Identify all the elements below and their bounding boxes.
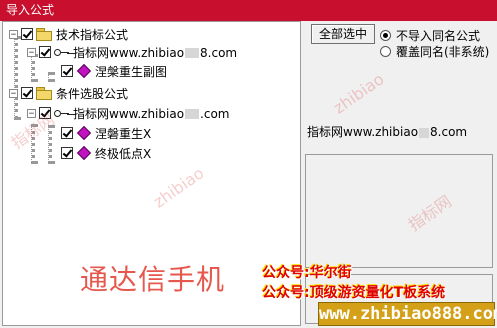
- select-all-button[interactable]: 全部选中: [311, 24, 375, 44]
- formula-label: 涅磐重生X: [95, 126, 152, 141]
- redaction-mark: [185, 48, 200, 58]
- formula-description-box[interactable]: [305, 154, 493, 268]
- tree-group-technical[interactable]: − 技术指标公式: [9, 25, 128, 43]
- overlay-wechat-1: 公众号:华尔街: [262, 265, 352, 281]
- group-label: 技术指标公式: [56, 27, 129, 42]
- group-label: 条件选股公式: [56, 86, 129, 101]
- option-overwrite[interactable]: 覆盖同名(非系统): [380, 43, 489, 60]
- folder-icon: [36, 87, 52, 100]
- formula-icon: [76, 145, 92, 161]
- option-label: 覆盖同名(非系统): [396, 45, 490, 59]
- collapse-toggle-icon[interactable]: −: [9, 29, 18, 39]
- formula-icon: [76, 125, 92, 141]
- tree-group-selection[interactable]: − 条件选股公式: [9, 84, 128, 102]
- checkbox-formula[interactable]: [61, 65, 73, 77]
- window-title: 导入公式: [0, 0, 497, 21]
- tree-source-node[interactable]: − 指标网www.zhibiao 8.com: [27, 43, 237, 61]
- checkbox-formula[interactable]: [61, 127, 73, 139]
- formula-icon: [76, 63, 92, 79]
- key-icon: [54, 108, 70, 118]
- tree-connector: [48, 72, 52, 82]
- tree-formula-item[interactable]: 涅槃重生副图: [61, 62, 167, 80]
- site-banner: www.zhibiao888.com: [318, 302, 497, 326]
- formula-source-info: 指标网www.zhibiao 8.com: [307, 125, 468, 139]
- checkbox-selection[interactable]: [21, 87, 33, 99]
- checkbox-source[interactable]: [39, 46, 51, 58]
- overlay-headline: 通达信手机: [80, 263, 226, 296]
- radio-off-icon[interactable]: [380, 46, 391, 57]
- option-label: 不导入同名公式: [396, 29, 481, 43]
- checkbox-formula[interactable]: [61, 147, 73, 159]
- watermark-text: zhibiao: [329, 69, 388, 118]
- overlay-wechat-2: 公众号:顶级游资量化T板系统: [262, 285, 446, 301]
- formula-label: 涅槃重生副图: [95, 64, 168, 79]
- source-label: 指标网www.zhibiao .com: [73, 106, 230, 121]
- tree-formula-item[interactable]: 涅磐重生X: [61, 124, 151, 142]
- radio-on-icon[interactable]: [380, 30, 391, 41]
- key-icon: [54, 47, 70, 57]
- folder-icon: [36, 28, 52, 41]
- formula-label: 终极低点X: [95, 146, 152, 161]
- tree-connector: [14, 36, 18, 120]
- option-skip-duplicates[interactable]: 不导入同名公式: [380, 27, 480, 44]
- tree-formula-item[interactable]: 终极低点X: [61, 144, 151, 162]
- redaction-mark: [419, 127, 430, 138]
- source-label: 指标网www.zhibiao 8.com: [73, 45, 238, 60]
- checkbox-technical[interactable]: [21, 28, 33, 40]
- collapse-toggle-icon[interactable]: −: [9, 88, 18, 98]
- tree-source-node[interactable]: − 指标网www.zhibiao .com: [27, 104, 230, 122]
- redaction-mark: [185, 109, 200, 119]
- collapse-toggle-icon[interactable]: −: [27, 47, 36, 57]
